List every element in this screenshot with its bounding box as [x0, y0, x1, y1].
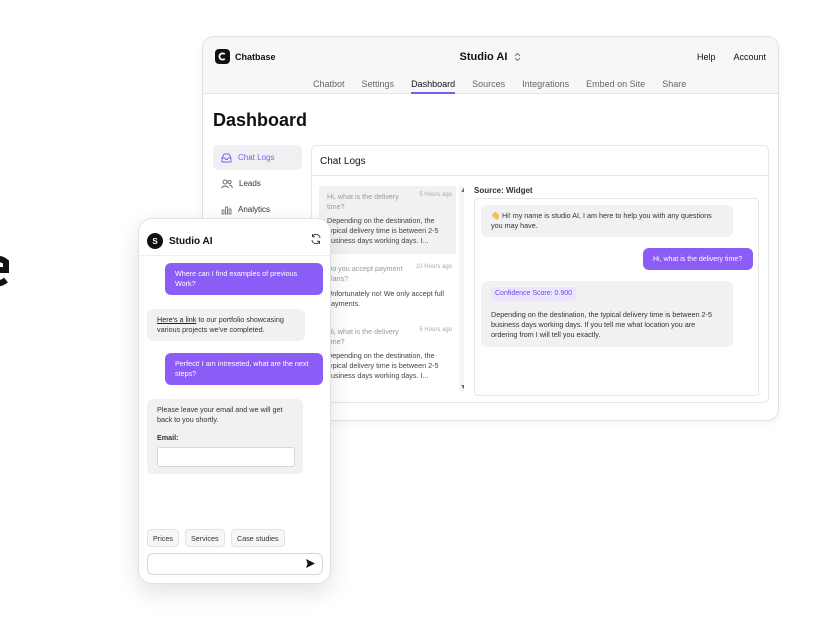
- chat-log-list: Hi, what is the delivery time? 5 Hours a…: [319, 186, 464, 392]
- bot-message: Here's a link to our portfolio showcasin…: [147, 309, 305, 341]
- bot-message: 👋 Hi! my name is studio AI, I am here to…: [481, 205, 733, 237]
- message-input[interactable]: [152, 557, 306, 573]
- scrollbar[interactable]: ▲ ▼: [459, 186, 464, 392]
- email-field[interactable]: [157, 447, 295, 467]
- email-label: Email:: [157, 433, 179, 442]
- log-question: Do you accept payment plans?: [327, 264, 403, 283]
- users-icon: [221, 179, 233, 188]
- answer-text: Depending on the destination, the typica…: [491, 310, 712, 339]
- account-link[interactable]: Account: [733, 52, 766, 62]
- list-item[interactable]: Hi, what is the delivery time? 5 Hours a…: [319, 321, 456, 389]
- list-item[interactable]: Do you accept payment plans? 10 Hours ag…: [319, 258, 456, 318]
- chip-prices[interactable]: Prices: [147, 529, 179, 547]
- source-label: Source: Widget: [474, 186, 533, 195]
- form-prompt: Please leave your email and we will get …: [157, 405, 283, 424]
- log-answer: Depending on the destination, the typica…: [327, 351, 439, 380]
- user-message: Where can I find examples of previous Wo…: [165, 263, 323, 295]
- sidebar-item-label: Chat Logs: [238, 153, 275, 162]
- sidebar-item-label: Leads: [239, 179, 261, 188]
- log-question: Hi, what is the delivery time?: [327, 327, 399, 346]
- tab-settings[interactable]: Settings: [362, 79, 395, 93]
- top-bar: Chatbase Studio AI Help Account Chatbot …: [203, 37, 778, 94]
- tab-chatbot[interactable]: Chatbot: [313, 79, 345, 93]
- page-title: Dashboard: [213, 110, 308, 130]
- avatar: S: [147, 233, 163, 249]
- tab-sources[interactable]: Sources: [472, 79, 505, 93]
- bar-chart-icon: [221, 206, 232, 214]
- refresh-icon[interactable]: [310, 233, 322, 245]
- tab-integrations[interactable]: Integrations: [522, 79, 569, 93]
- partial-glyph-icon: [0, 256, 9, 287]
- divider: [312, 175, 768, 176]
- chip-case-studies[interactable]: Case studies: [231, 529, 285, 547]
- send-icon[interactable]: [305, 558, 316, 569]
- log-time: 10 Hours ago: [415, 264, 452, 270]
- avatar-letter: S: [152, 236, 158, 246]
- user-message: Hi, what is the delivery time?: [643, 248, 753, 270]
- scroll-up-icon[interactable]: ▲: [460, 187, 464, 194]
- widget-title: Studio AI: [169, 235, 213, 247]
- tab-bar: Chatbot Settings Dashboard Sources Integ…: [313, 79, 686, 94]
- message-input-box: [147, 553, 323, 575]
- sidebar-item-chat-logs[interactable]: Chat Logs: [213, 145, 302, 170]
- portfolio-link[interactable]: Here's a link: [157, 315, 196, 324]
- panel-title: Chat Logs: [320, 156, 366, 167]
- log-time: 5 Hours ago: [419, 327, 452, 333]
- project-selector[interactable]: Studio AI: [203, 51, 778, 63]
- log-answer: Unfortunately no! We only accept full pa…: [327, 289, 444, 308]
- list-item[interactable]: Hi, what is the delivery time? 5 Hours a…: [319, 186, 456, 254]
- log-answer: Depending on the destination, the typica…: [327, 216, 439, 245]
- sidebar-item-label: Analytics: [238, 205, 271, 214]
- project-name: Studio AI: [459, 51, 508, 63]
- help-link[interactable]: Help: [697, 52, 716, 62]
- sidebar-item-leads[interactable]: Leads: [213, 171, 302, 196]
- inbox-icon: [221, 153, 232, 162]
- conversation-view: 👋 Hi! my name is studio AI, I am here to…: [474, 198, 759, 396]
- chat-logs-panel: Chat Logs Hi, what is the delivery time?…: [311, 145, 769, 403]
- chat-widget: S Studio AI Where can I find examples of…: [138, 218, 331, 584]
- email-form: Please leave your email and we will get …: [147, 399, 303, 474]
- scroll-down-icon[interactable]: ▼: [460, 384, 464, 391]
- divider: [139, 255, 330, 256]
- confidence-badge: Confidence Score: 0.900: [491, 287, 577, 301]
- log-question: Hi, what is the delivery time?: [327, 192, 399, 211]
- tab-share[interactable]: Share: [662, 79, 686, 93]
- chip-services[interactable]: Services: [185, 529, 225, 547]
- tab-dashboard[interactable]: Dashboard: [411, 79, 456, 94]
- user-message: Perfect! I am intreseted, what are the n…: [165, 353, 323, 385]
- log-time: 5 Hours ago: [419, 192, 452, 198]
- bot-answer: Confidence Score: 0.900 Depending on the…: [481, 281, 733, 347]
- tab-embed-on-site[interactable]: Embed on Site: [586, 79, 645, 93]
- chevron-up-down-icon: [515, 52, 521, 62]
